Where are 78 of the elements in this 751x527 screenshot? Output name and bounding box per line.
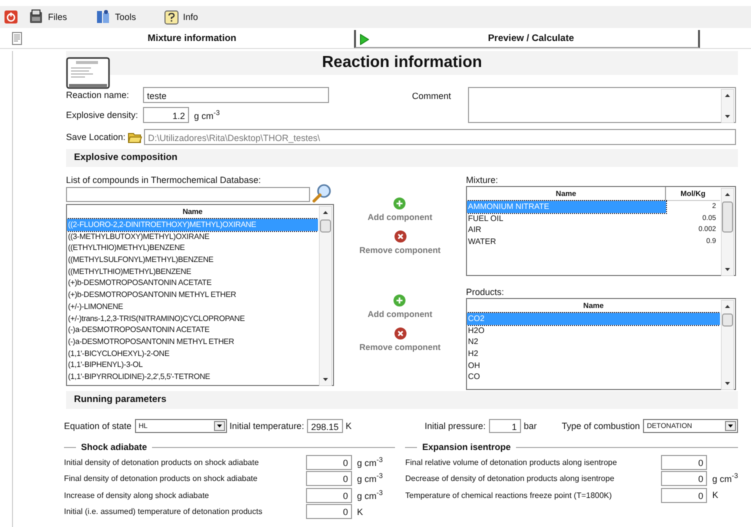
- section-heading: Running parameters: [66, 391, 738, 409]
- play-icon: [360, 34, 369, 45]
- list-item[interactable]: WATER: [467, 236, 666, 248]
- field-label: Reaction name:: [66, 90, 130, 100]
- action-button[interactable]: Add component: [368, 294, 432, 319]
- section-heading: Explosive composition: [66, 149, 738, 167]
- group-heading: Shock adiabate: [81, 442, 148, 452]
- field-label: Type of combustion: [562, 421, 640, 431]
- unit-label: g cm$^{-3}$: [357, 456, 383, 468]
- menu-item[interactable]: Files: [24, 9, 72, 25]
- menu-item[interactable]: Info: [160, 10, 202, 24]
- search-field[interactable]: [66, 187, 310, 202]
- folder-icon: [128, 131, 142, 143]
- menu-item[interactable]: Tools: [91, 9, 140, 25]
- comment-field[interactable]: [468, 87, 736, 123]
- group-heading: Expansion isentrope: [422, 442, 511, 452]
- action-button[interactable]: Add component: [368, 197, 432, 222]
- tools-icon: [95, 9, 112, 25]
- unit-label: g cm$^{-3}$: [357, 473, 383, 484]
- unit-label: g cm$^{-3}$: [357, 490, 383, 501]
- input-field[interactable]: 0: [306, 488, 352, 503]
- field-label: Comment: [412, 91, 452, 103]
- input-field[interactable]: 1: [488, 419, 521, 433]
- field-label: Initial pressure:: [424, 421, 486, 431]
- search-icon: [312, 183, 332, 203]
- scrollbar: [721, 89, 734, 123]
- input-field[interactable]: teste: [143, 87, 329, 103]
- unit-label: g cm$^{-3}$: [712, 473, 738, 484]
- page-title: Reaction information: [66, 51, 738, 75]
- field-label: Initial temperature:: [230, 421, 304, 431]
- close-icon: [394, 230, 406, 243]
- unit-label: K: [712, 490, 718, 500]
- caret-icon: [725, 421, 736, 431]
- plus-icon: [393, 294, 406, 307]
- input-field[interactable]: 0: [306, 504, 352, 520]
- list-label: List of compounds in Thermochemical Database:: [66, 175, 262, 185]
- field-label: Initial density of detonation products on shock adiabate: [64, 458, 260, 467]
- list-item[interactable]: H2: [467, 348, 720, 360]
- unit-label: bar: [524, 421, 537, 431]
- list-item[interactable]: CO: [467, 371, 720, 384]
- field-label: Explosive density:: [66, 110, 140, 120]
- stack-icon: [28, 9, 44, 25]
- unit-label: K: [346, 421, 352, 431]
- input-field[interactable]: D:\Utilizadores\Rita\Desktop\THOR_testes\: [144, 129, 736, 145]
- unit-label: K: [357, 506, 364, 517]
- input-field[interactable]: 298.15: [307, 419, 343, 433]
- field-label: Final relative volume of detonation products along isentrope: [405, 458, 618, 467]
- list-label: Mixture:: [466, 175, 500, 185]
- caret-icon: [214, 421, 225, 431]
- close-icon: [394, 327, 406, 340]
- field-label: Temperature of chemical reactions freeze point (T=1800K): [405, 490, 613, 500]
- action-button[interactable]: Remove component: [359, 327, 441, 352]
- input-field[interactable]: 0: [661, 454, 708, 470]
- tab[interactable]: Preview / Calculate: [354, 30, 700, 48]
- unit-label: g cm$^{-3}$: [194, 110, 220, 120]
- list-item[interactable]: OH: [467, 360, 720, 372]
- input-field[interactable]: 0: [306, 454, 352, 470]
- field-label: Decrease of density of detonation products along isentrope: [405, 474, 616, 484]
- input-field[interactable]: 0: [306, 471, 352, 486]
- field-label: Save Location:: [66, 132, 127, 142]
- field-label: Equation of state: [64, 421, 132, 431]
- list-item[interactable]: H2O: [467, 324, 720, 336]
- field-label: Final density of detonation products on shock adiabate: [64, 474, 258, 484]
- list-label: Products:: [466, 287, 506, 297]
- list-item[interactable]: AIR: [467, 224, 666, 236]
- help-icon: [164, 10, 180, 24]
- document-icon: [66, 57, 110, 89]
- field-label: Initial (i.e. assumed) temperature of detonation products: [64, 507, 264, 516]
- input-field[interactable]: 0: [661, 471, 708, 486]
- page-icon: [12, 32, 22, 45]
- list-item[interactable]: FUEL OIL: [467, 212, 666, 224]
- plus-icon: [393, 197, 406, 210]
- input-field[interactable]: 0: [661, 488, 708, 503]
- power-icon: [4, 10, 18, 24]
- action-button[interactable]: Remove component: [359, 230, 441, 255]
- input-field[interactable]: 1.2: [143, 107, 189, 123]
- field-label: Increase of density along shock adiabate: [64, 490, 210, 500]
- list-item[interactable]: N2: [467, 336, 720, 348]
